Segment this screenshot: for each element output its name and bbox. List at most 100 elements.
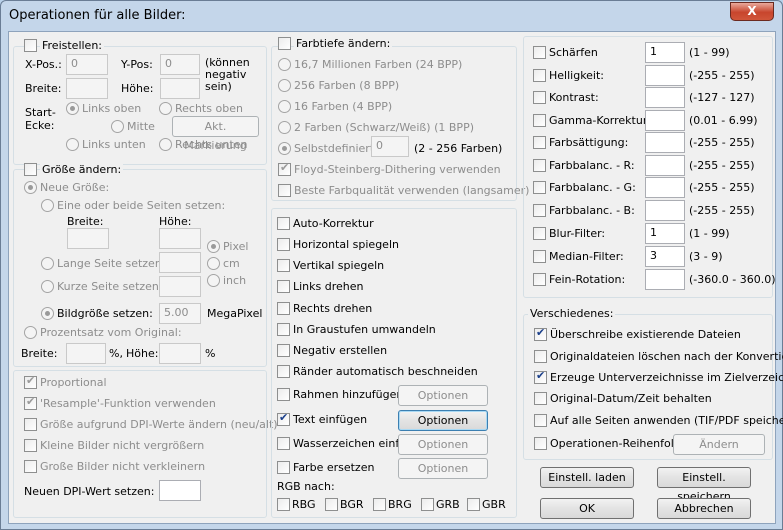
adjust-kontrast-input[interactable] (645, 87, 685, 108)
unterverzeichnisse-checkbox[interactable] (534, 369, 547, 384)
eine-oder-beide-radio[interactable] (41, 199, 54, 212)
abbrechen-button[interactable]: Abbrechen (657, 498, 751, 519)
einstell-laden-button[interactable]: Einstell. laden (540, 467, 634, 488)
links-oben-radio[interactable] (66, 102, 79, 115)
einstell-speichern-button[interactable]: Einstell. speichern (657, 467, 751, 503)
links-drehen-checkbox[interactable] (277, 280, 290, 293)
grb-checkbox[interactable] (421, 498, 434, 511)
adjust-farbbalancr-input[interactable] (645, 155, 685, 176)
close-button[interactable]: X (730, 2, 774, 21)
grosse-checkbox[interactable] (24, 460, 37, 473)
inch-radio[interactable] (207, 274, 220, 287)
xpos-input[interactable]: 0 (66, 54, 108, 75)
rbg-checkbox[interactable] (277, 498, 290, 511)
adjust-gammakorrektur-input[interactable] (645, 110, 685, 131)
kurze-seite-input[interactable] (159, 276, 201, 297)
bgr-checkbox[interactable] (325, 498, 338, 511)
adjust-kontrast-checkbox[interactable] (533, 91, 546, 104)
horizontal-checkbox[interactable] (277, 238, 290, 251)
adjust-farbbalancb-input[interactable] (645, 200, 685, 221)
datum-checkbox[interactable] (534, 392, 547, 405)
brg-checkbox[interactable] (373, 498, 386, 511)
rechts-oben-radio[interactable] (159, 102, 172, 115)
adjust-blurfilter-checkbox[interactable] (533, 227, 546, 240)
bildgroesse-input[interactable]: 5.00 (159, 303, 201, 324)
kurze-seite-radio[interactable] (41, 280, 54, 293)
pixel-radio[interactable] (207, 240, 220, 253)
groesse-breite-input[interactable] (67, 228, 109, 249)
adjust-schrfen-input[interactable]: 1 (645, 42, 685, 63)
ueberschreibe-checkbox[interactable] (534, 326, 547, 341)
ypos-input[interactable]: 0 (160, 54, 200, 75)
lange-seite-input[interactable] (159, 252, 201, 273)
rahmen-optionen-button[interactable]: Optionen (398, 385, 488, 406)
farbtiefe-1-radio[interactable] (278, 121, 291, 134)
prozentsatz-radio[interactable] (24, 326, 37, 339)
farbtiefe-24-radio[interactable] (278, 58, 291, 71)
adjust-feinrotation-checkbox[interactable] (533, 273, 546, 286)
text-optionen-button[interactable]: Optionen (398, 410, 488, 431)
wasser-optionen-button[interactable]: Optionen (398, 434, 488, 455)
adjust-farbbalancr-checkbox[interactable] (533, 159, 546, 172)
farbe-optionen-button[interactable]: Optionen (398, 458, 488, 479)
adjust-medianfilter-checkbox[interactable] (533, 250, 546, 263)
adjust-farbsttigung-checkbox[interactable] (533, 136, 546, 149)
prozent-hoehe-input[interactable] (159, 343, 201, 364)
freistellen-checkbox[interactable] (24, 39, 37, 52)
selbst-input[interactable]: 0 (371, 136, 409, 157)
farbtiefe-4-radio[interactable] (278, 100, 291, 113)
breite-input[interactable] (66, 78, 108, 99)
adjust-farbbalancg-checkbox[interactable] (533, 181, 546, 194)
title-bar[interactable]: Operationen für alle Bilder: X (1, 1, 782, 31)
rahmen-checkbox[interactable] (277, 388, 290, 401)
links-unten-radio[interactable] (66, 138, 79, 151)
proportional-checkbox[interactable] (24, 374, 37, 389)
groesse-hoehe-input[interactable] (159, 228, 201, 249)
kleine-checkbox[interactable] (24, 439, 37, 452)
graustufen-checkbox[interactable] (277, 323, 290, 336)
adjust-farbsttigung-input[interactable] (645, 132, 685, 153)
aendern-button[interactable]: Ändern (673, 434, 765, 455)
adjust-farbbalancg-input[interactable] (645, 177, 685, 198)
beste-checkbox[interactable] (278, 184, 291, 197)
hoehe-input[interactable] (160, 78, 200, 99)
bildgroesse-radio[interactable] (41, 307, 54, 320)
mitte-radio[interactable] (111, 120, 124, 133)
rechts-drehen-checkbox[interactable] (277, 302, 290, 315)
adjust-feinrotation-input[interactable] (645, 269, 685, 290)
rechts-unten-radio[interactable] (159, 138, 172, 151)
wasser-checkbox[interactable] (277, 437, 290, 450)
lange-seite-radio[interactable] (41, 257, 54, 270)
farbe-checkbox[interactable] (277, 461, 290, 474)
dpi-input[interactable] (159, 480, 201, 501)
adjust-farbbalancb-range: (-255 - 255) (689, 204, 755, 217)
neue-groesse-radio[interactable] (24, 181, 37, 194)
loeschen-checkbox[interactable] (534, 350, 547, 363)
auto-korrektur-checkbox[interactable] (277, 217, 290, 230)
prozent-breite-input[interactable] (66, 343, 106, 364)
adjust-medianfilter-input[interactable]: 3 (645, 246, 685, 267)
akt-markierung-button[interactable]: Akt. Markierung (172, 116, 259, 152)
groesse-checkbox[interactable] (24, 163, 37, 176)
adjust-blurfilter-input[interactable]: 1 (645, 223, 685, 244)
ok-button[interactable]: OK (540, 498, 634, 519)
floyd-checkbox[interactable] (278, 161, 291, 176)
negativ-checkbox[interactable] (277, 344, 290, 357)
reihenfolge-checkbox[interactable] (534, 437, 547, 450)
text-checkbox[interactable] (277, 411, 290, 426)
adjust-farbbalancb-checkbox[interactable] (533, 204, 546, 217)
selbst-radio[interactable] (278, 142, 291, 155)
alle-seiten-checkbox[interactable] (534, 414, 547, 427)
resample-checkbox[interactable] (24, 395, 37, 410)
farbtiefe-8-radio[interactable] (278, 79, 291, 92)
adjust-schrfen-checkbox[interactable] (533, 46, 546, 59)
cm-radio[interactable] (207, 257, 220, 270)
gbr-checkbox[interactable] (467, 498, 480, 511)
raender-checkbox[interactable] (277, 365, 290, 378)
adjust-helligkeit-checkbox[interactable] (533, 69, 546, 82)
adjust-gammakorrektur-checkbox[interactable] (533, 114, 546, 127)
vertikal-checkbox[interactable] (277, 259, 290, 272)
dpi-aendern-checkbox[interactable] (24, 418, 37, 431)
adjust-helligkeit-input[interactable] (645, 65, 685, 86)
farbtiefe-checkbox[interactable] (278, 37, 291, 50)
